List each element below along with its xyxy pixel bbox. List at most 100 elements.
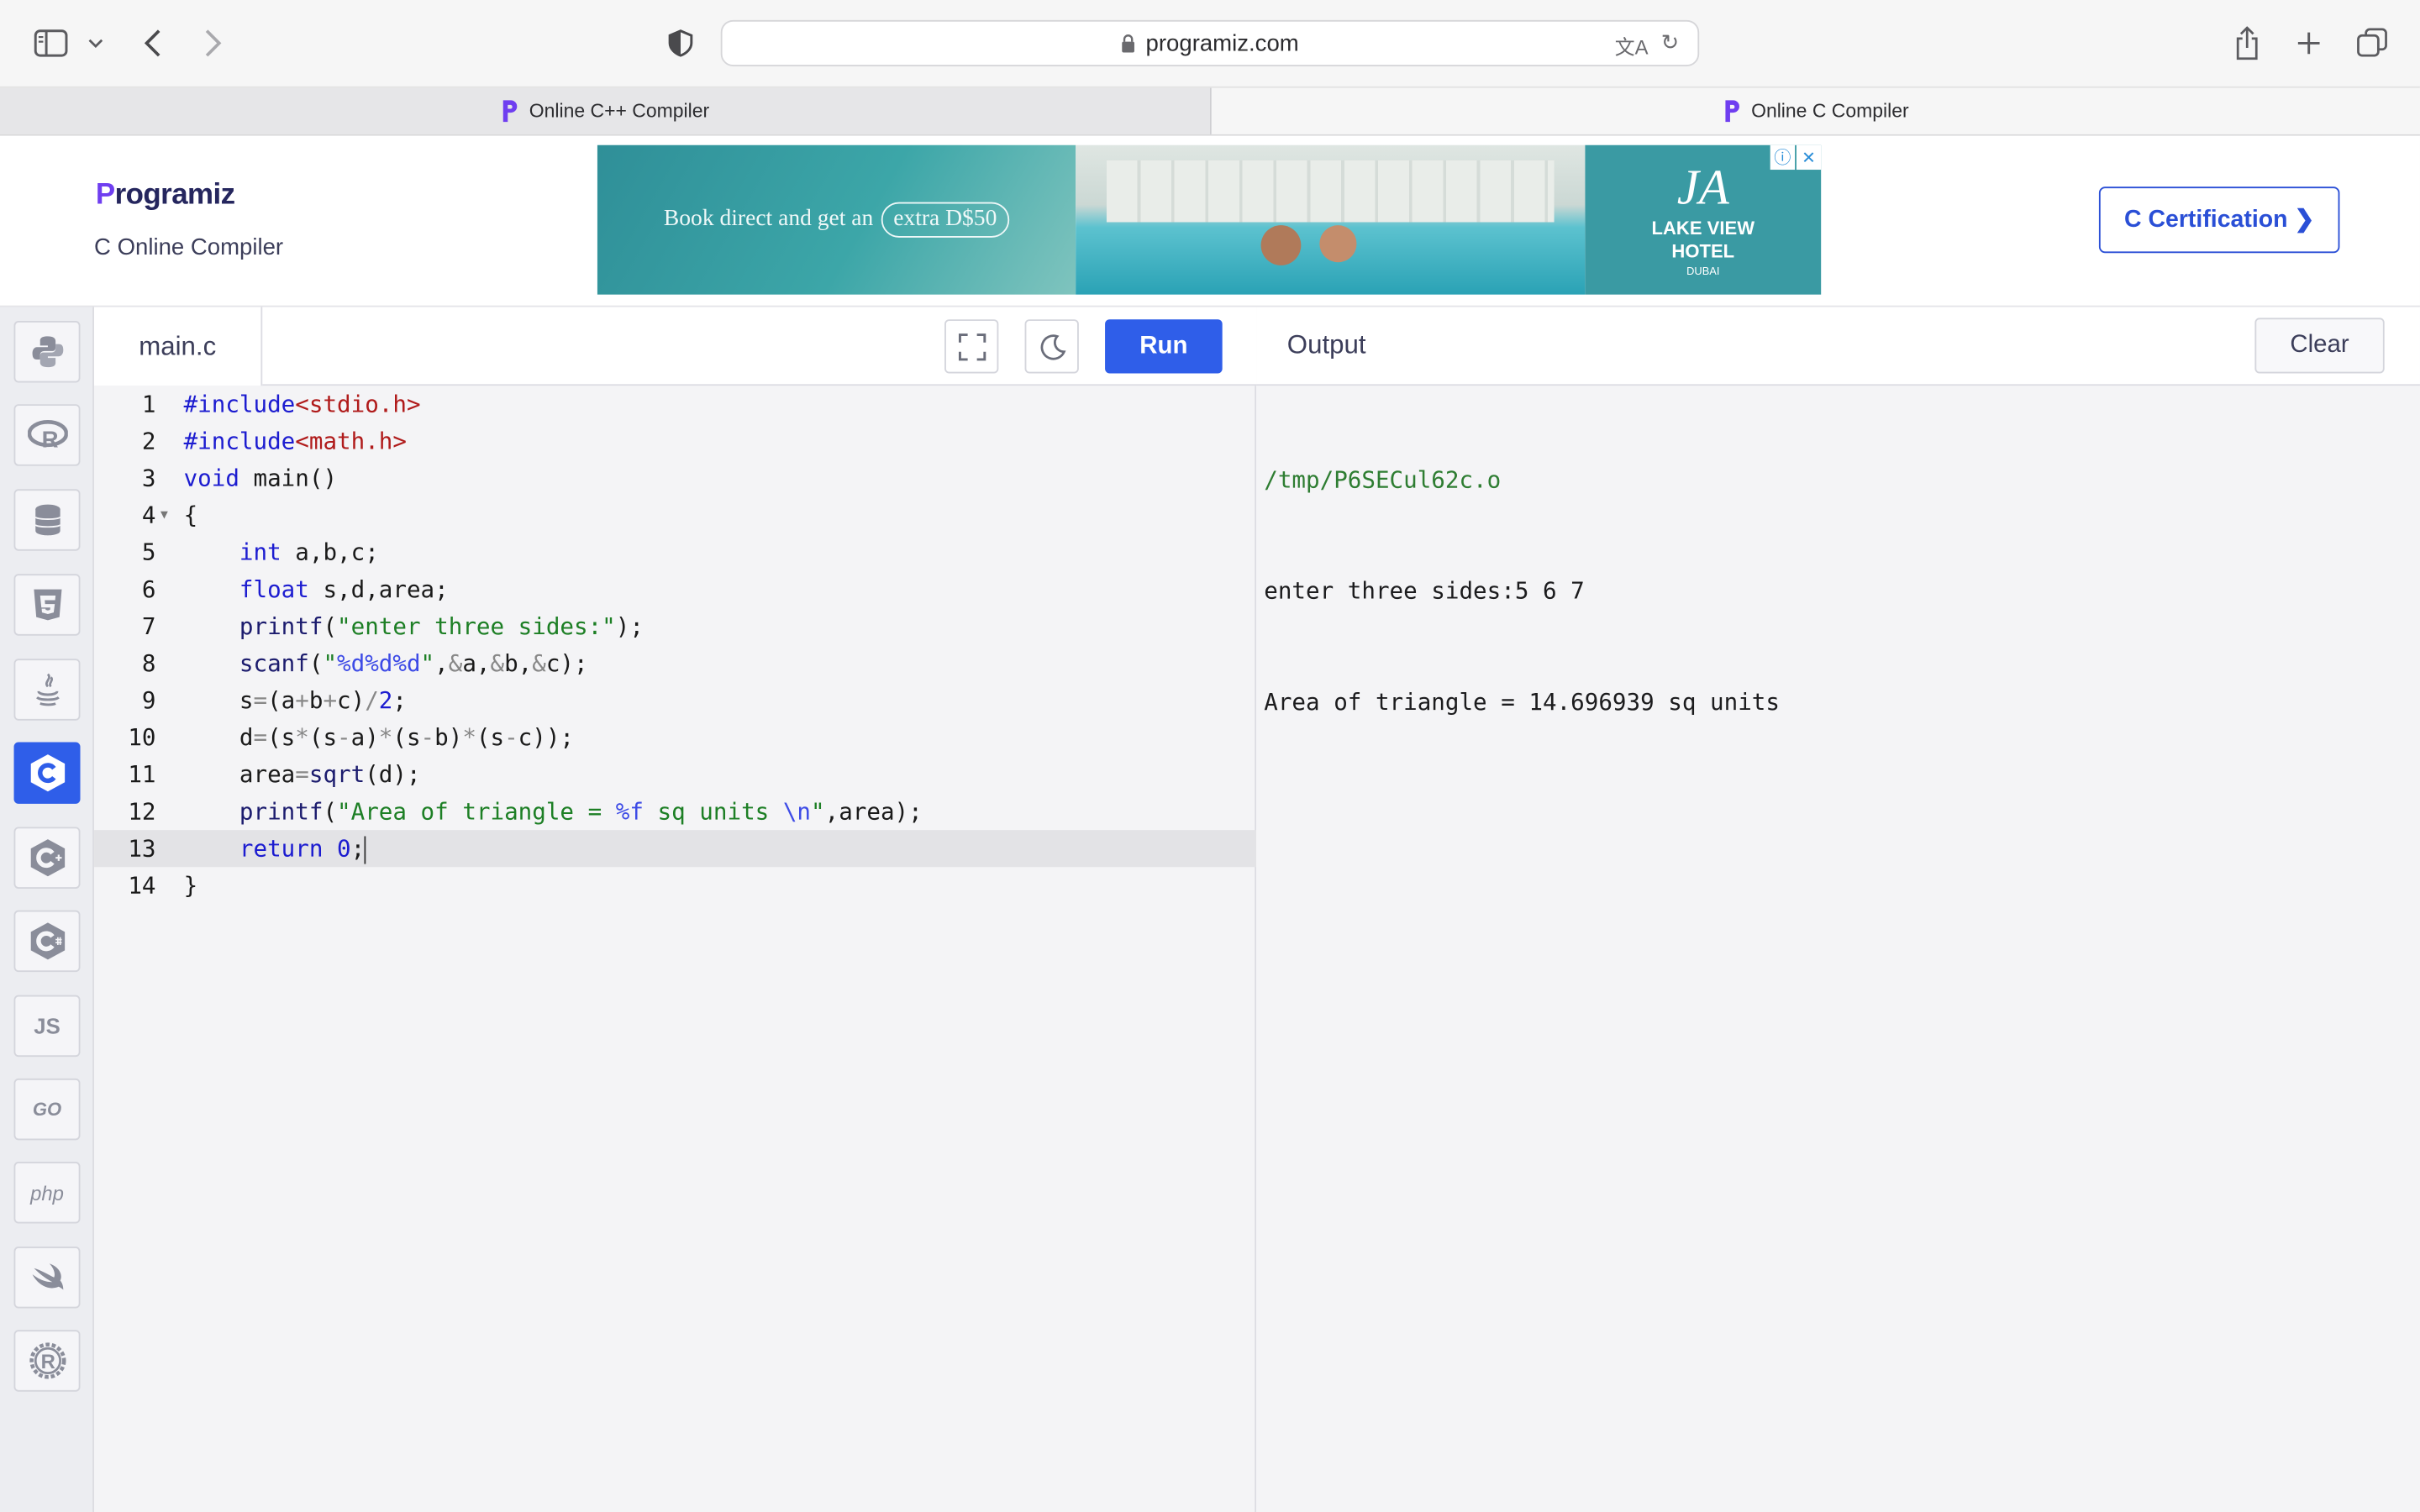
output-line: enter three sides:5 6 7 [1264, 576, 1585, 605]
swift-icon[interactable] [13, 1247, 81, 1309]
go-glyph: GO [32, 1098, 62, 1121]
hotel-city: DUBAI [1686, 266, 1720, 278]
line-number: 10 [128, 723, 156, 752]
php-glyph: php [30, 1180, 64, 1205]
forward-icon[interactable] [196, 24, 229, 61]
code-line: 7 printf("enter three sides:"); [94, 608, 1256, 645]
code-line: 12 printf("Area of triangle = %f sq unit… [94, 793, 1256, 830]
code-line: 8 scanf("%d%d%d",&a,&b,&c); [94, 645, 1256, 682]
back-icon[interactable] [136, 24, 170, 61]
javascript-icon[interactable]: JS [13, 995, 81, 1058]
new-tab-icon[interactable] [2291, 26, 2325, 60]
code-line: 9 s=(a+b+c)/2; [94, 682, 1256, 719]
fullscreen-button[interactable] [944, 319, 999, 374]
line-number: 1 [141, 390, 156, 418]
output-line: Area of triangle = 14.696939 sq units [1264, 688, 1780, 717]
ad-text-panel: Book direct and get an extra D$50 [597, 144, 1076, 295]
line-number: 6 [141, 575, 156, 604]
line-number: 12 [128, 797, 156, 826]
advertisement-banner[interactable]: Book direct and get an extra D$50 JA LAK… [597, 144, 1822, 295]
python-icon[interactable] [13, 321, 81, 383]
clear-button[interactable]: Clear [2254, 318, 2385, 374]
c-language-icon[interactable] [13, 742, 81, 804]
line-number: 14 [128, 871, 156, 900]
csharp-language-icon[interactable] [13, 910, 81, 973]
line-number: 11 [128, 760, 156, 789]
share-icon[interactable] [2230, 24, 2264, 64]
svg-text:R: R [40, 1351, 55, 1373]
php-icon[interactable]: php [13, 1162, 81, 1224]
language-sidebar: R JS GO php R [0, 307, 95, 1512]
c-certification-button[interactable]: C Certification ❯ [2098, 186, 2340, 254]
line-number: 5 [141, 538, 156, 567]
ad-close-icon[interactable]: ✕ [1796, 144, 1822, 171]
fold-arrow-icon[interactable]: ▼ [160, 496, 168, 533]
lock-icon [1122, 34, 1135, 52]
run-button[interactable]: Run [1105, 319, 1223, 374]
r-language-icon[interactable]: R [13, 404, 81, 466]
ad-tagline: Book direct and get an [663, 207, 874, 232]
tab-title: Online C++ Compiler [529, 100, 710, 123]
ad-offer-pill: extra D$50 [881, 202, 1010, 238]
sql-database-icon[interactable] [13, 489, 81, 551]
url-text: programiz.com [1145, 29, 1299, 57]
output-console[interactable]: /tmp/P6SECul62c.o enter three sides:5 6 … [1264, 387, 1780, 795]
line-number: 13 [128, 834, 156, 863]
programiz-favicon-icon [1724, 100, 1739, 123]
tab-overview-icon[interactable] [2354, 24, 2391, 61]
browser-window: programiz.com 文A ↻ Online C++ Compiler O… [0, 0, 2420, 1512]
browser-toolbar: programiz.com 文A ↻ [0, 0, 2420, 88]
address-bar[interactable]: programiz.com 文A ↻ [720, 19, 1700, 66]
hotel-logo-mark: JA [1676, 159, 1729, 215]
sidebar-toggle-icon[interactable] [31, 24, 71, 61]
go-language-icon[interactable]: GO [13, 1078, 81, 1141]
line-number: 8 [141, 649, 156, 678]
programiz-logo[interactable]: Programiz [96, 179, 235, 213]
ad-controls: ⓘ ✕ [1770, 144, 1822, 171]
tab-online-cpp-compiler[interactable]: Online C++ Compiler [0, 87, 1211, 134]
line-number: 7 [141, 612, 156, 641]
ad-pool-image [1076, 144, 1586, 295]
file-tab-main-c[interactable]: main.c [94, 307, 263, 386]
line-number: 3 [141, 464, 156, 492]
code-area[interactable]: 1 #include<stdio.h> 2 #include<math.h> 3 vo… [94, 386, 1257, 904]
line-number: 9 [141, 686, 156, 715]
chevron-down-icon[interactable] [85, 31, 107, 55]
hotel-name-line2: HOTEL [1671, 239, 1735, 262]
editor-header: main.c Run [94, 307, 1257, 386]
output-pane: Output Clear /tmp/P6SECul62c.o enter thr… [1256, 307, 2420, 1512]
code-line: 10 d=(s*(s-a)*(s-b)*(s-c)); [94, 719, 1256, 756]
code-line: 6 float s,d,area; [94, 571, 1256, 608]
translate-icon[interactable]: 文A [1615, 31, 1649, 60]
file-tab-label: main.c [139, 330, 217, 360]
output-title: Output [1286, 330, 1366, 360]
dark-mode-toggle[interactable] [1024, 319, 1079, 374]
tab-online-c-compiler[interactable]: Online C Compiler [1210, 87, 2420, 134]
privacy-shield-icon[interactable] [664, 26, 697, 60]
logo-text: rogramiz [114, 179, 236, 212]
svg-text:R: R [41, 427, 58, 451]
code-line: 1 #include<stdio.h> [94, 386, 1256, 423]
logo-initial: P [95, 179, 115, 212]
js-glyph: JS [34, 1013, 60, 1039]
page-subtitle: C Online Compiler [94, 234, 284, 261]
site-header: Programiz C Online Compiler Book direct … [0, 135, 2420, 307]
java-icon[interactable] [13, 659, 81, 721]
line-number: 4 [141, 501, 156, 529]
code-line: 11 area=sqrt(d); [94, 756, 1256, 793]
fullscreen-icon [958, 333, 986, 360]
line-number: 2 [141, 427, 156, 455]
cpp-language-icon[interactable] [13, 827, 81, 889]
code-editor-pane: main.c Run 1 #include<stdio.h> 2 #include<… [94, 307, 1257, 1512]
rust-icon[interactable]: R [13, 1330, 81, 1392]
code-line: 14} [94, 867, 1256, 904]
reload-icon[interactable]: ↻ [1661, 29, 1680, 55]
tab-title: Online C Compiler [1751, 100, 1909, 123]
ad-info-icon[interactable]: ⓘ [1770, 144, 1796, 171]
html5-icon[interactable] [13, 574, 81, 636]
output-line: /tmp/P6SECul62c.o [1264, 465, 1502, 494]
code-line: 5 int a,b,c; [94, 533, 1256, 570]
programiz-favicon-icon [502, 100, 518, 123]
code-line-current: 13 return 0; [94, 830, 1257, 868]
hotel-name-line1: LAKE VIEW [1651, 218, 1755, 239]
